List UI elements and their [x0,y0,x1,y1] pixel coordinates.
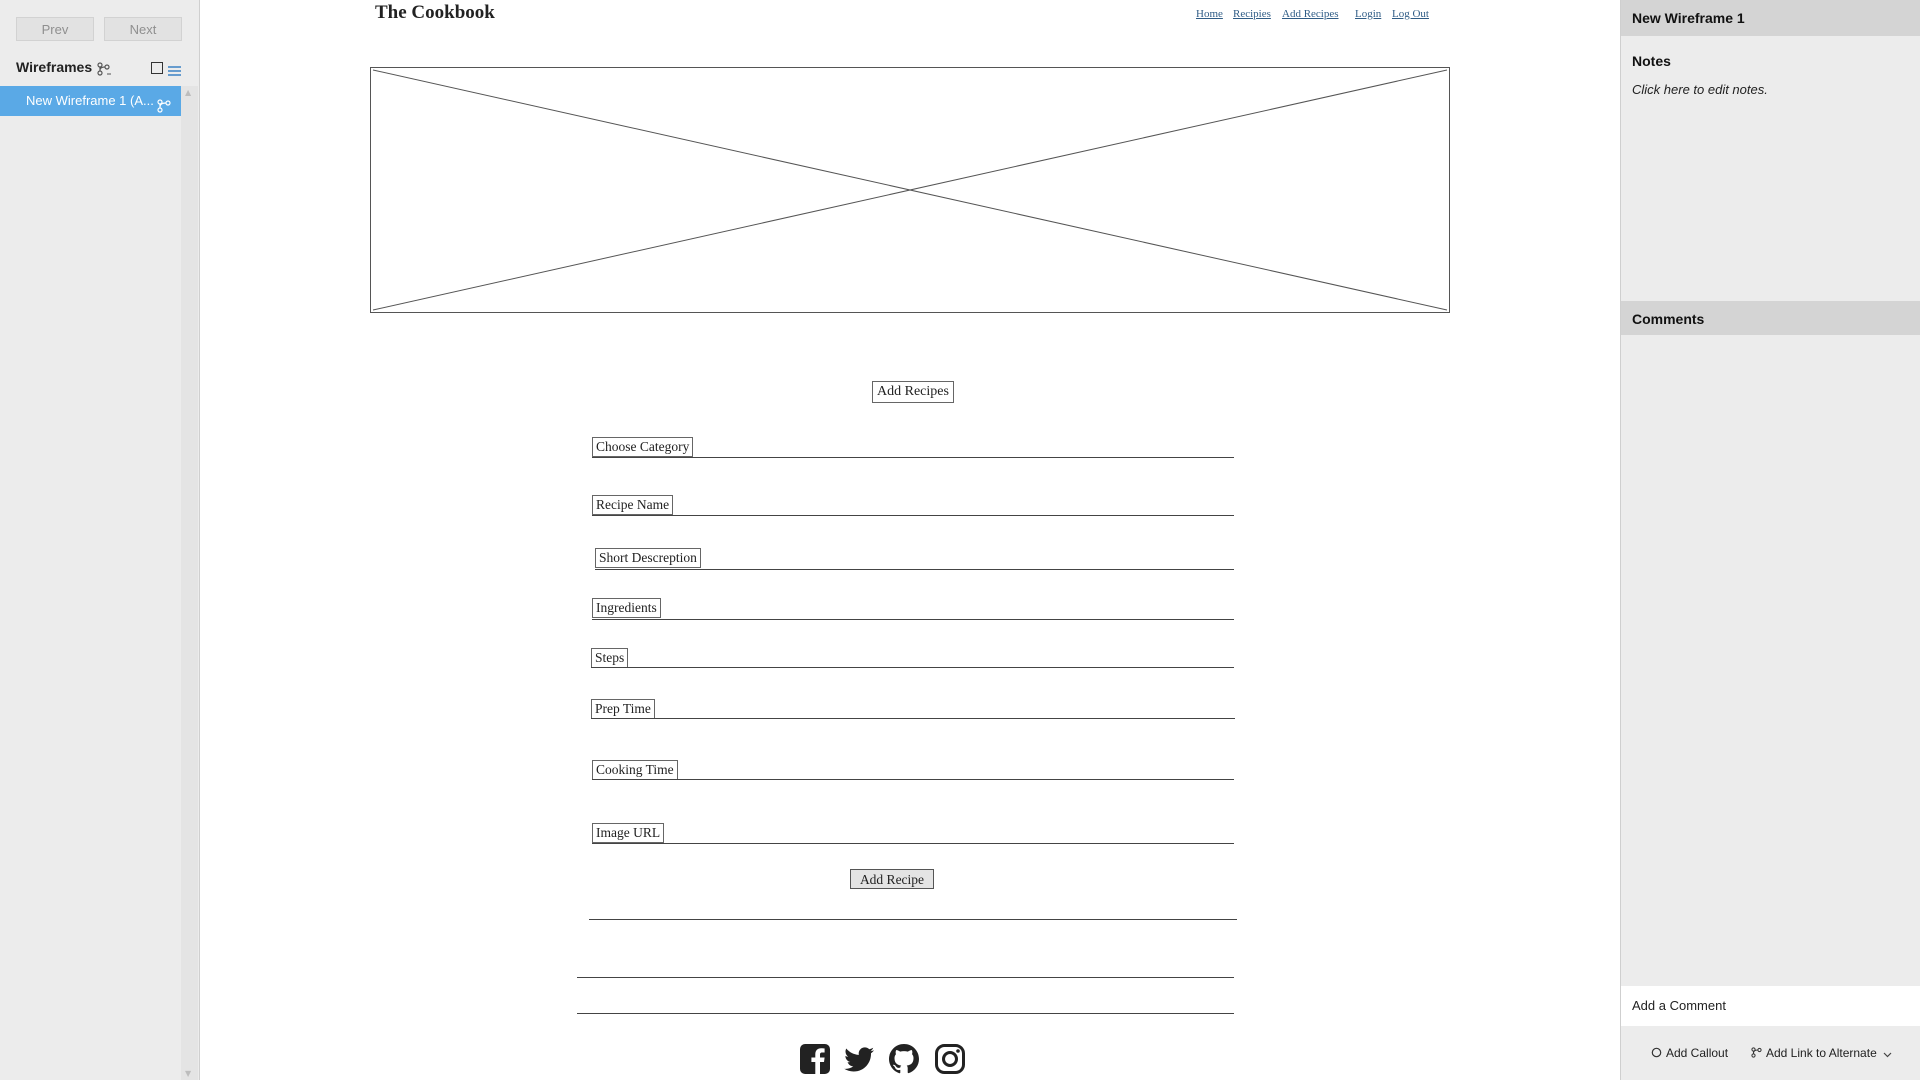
footer-divider [577,977,1234,978]
left-scrollbar[interactable]: ▲ ▼ [181,86,198,1080]
list-view-icon[interactable] [168,62,181,81]
alternate-branch-icon[interactable] [157,94,171,124]
field-line [592,779,1234,780]
wireframes-panel: Prev Next Wireframes New Wireframe 1 (A.… [0,0,200,1080]
facebook-icon[interactable] [799,1043,831,1075]
branch-icon [1751,1047,1762,1061]
instagram-icon[interactable] [934,1043,966,1075]
chevron-down-icon [1883,1047,1892,1061]
wireframes-heading: Wireframes [16,59,93,75]
wireframe-canvas: The Cookbook Home Recipies Add Recipes L… [200,0,1620,1080]
field-cooking-time[interactable]: Cooking Time [592,760,678,780]
prev-button[interactable]: Prev [16,17,94,41]
next-button[interactable]: Next [104,17,182,41]
field-line [595,569,1234,570]
nav-link-home[interactable]: Home [1196,8,1223,20]
nav-link-logout[interactable]: Log Out [1392,8,1429,20]
field-line [592,843,1234,844]
branch-icon[interactable] [97,61,111,80]
field-choose-category[interactable]: Choose Category [592,437,694,457]
grid-view-icon[interactable] [151,62,163,74]
wireframe-list-item[interactable]: New Wireframe 1 (A... [0,86,181,116]
scroll-up-icon[interactable]: ▲ [185,88,191,97]
field-prep-time[interactable]: Prep Time [591,699,655,719]
nav-link-recipies[interactable]: Recipies [1233,8,1271,20]
notes-editor[interactable]: Click here to edit notes. [1632,82,1768,97]
add-recipe-button[interactable]: Add Recipe [850,869,934,889]
field-recipe-name[interactable]: Recipe Name [592,495,674,515]
nav-link-add-recipes[interactable]: Add Recipes [1282,8,1339,20]
wireframe-item-label: New Wireframe 1 (A... [26,93,154,108]
field-line [591,667,1234,668]
field-line [592,619,1234,620]
field-line [592,515,1234,516]
add-callout-button[interactable]: Add Callout [1651,1046,1728,1061]
callout-icon [1651,1047,1662,1061]
properties-panel: New Wireframe 1 Notes Click here to edit… [1620,0,1920,1080]
wireframe-title-bar: New Wireframe 1 [1621,0,1920,36]
field-line [591,718,1235,719]
hero-image-placeholder [370,67,1450,313]
add-comment-field[interactable]: Add a Comment [1621,986,1920,1026]
field-steps[interactable]: Steps [591,648,629,668]
add-recipes-heading-button[interactable]: Add Recipes [872,381,954,403]
add-comment-label: Add a Comment [1632,998,1726,1013]
footer-divider [577,1013,1234,1014]
wireframe-title: New Wireframe 1 [1632,10,1745,26]
add-callout-label: Add Callout [1666,1046,1729,1060]
field-image-url[interactable]: Image URL [592,823,665,843]
comments-heading: Comments [1632,311,1705,327]
add-link-label: Add Link to Alternate [1766,1046,1877,1060]
comments-header: Comments [1621,301,1920,335]
scroll-down-icon[interactable]: ▼ [185,1069,191,1078]
field-line [592,457,1234,458]
nav-link-login[interactable]: Login [1355,8,1381,20]
divider [589,919,1237,920]
notes-heading: Notes [1632,53,1671,69]
add-link-to-alternate-button[interactable]: Add Link to Alternate [1751,1046,1896,1061]
twitter-icon[interactable] [843,1043,875,1075]
field-ingredients[interactable]: Ingredients [592,598,661,618]
github-icon[interactable] [888,1043,920,1075]
site-title: The Cookbook [375,2,495,23]
field-short-description[interactable]: Short Descreption [595,548,701,568]
